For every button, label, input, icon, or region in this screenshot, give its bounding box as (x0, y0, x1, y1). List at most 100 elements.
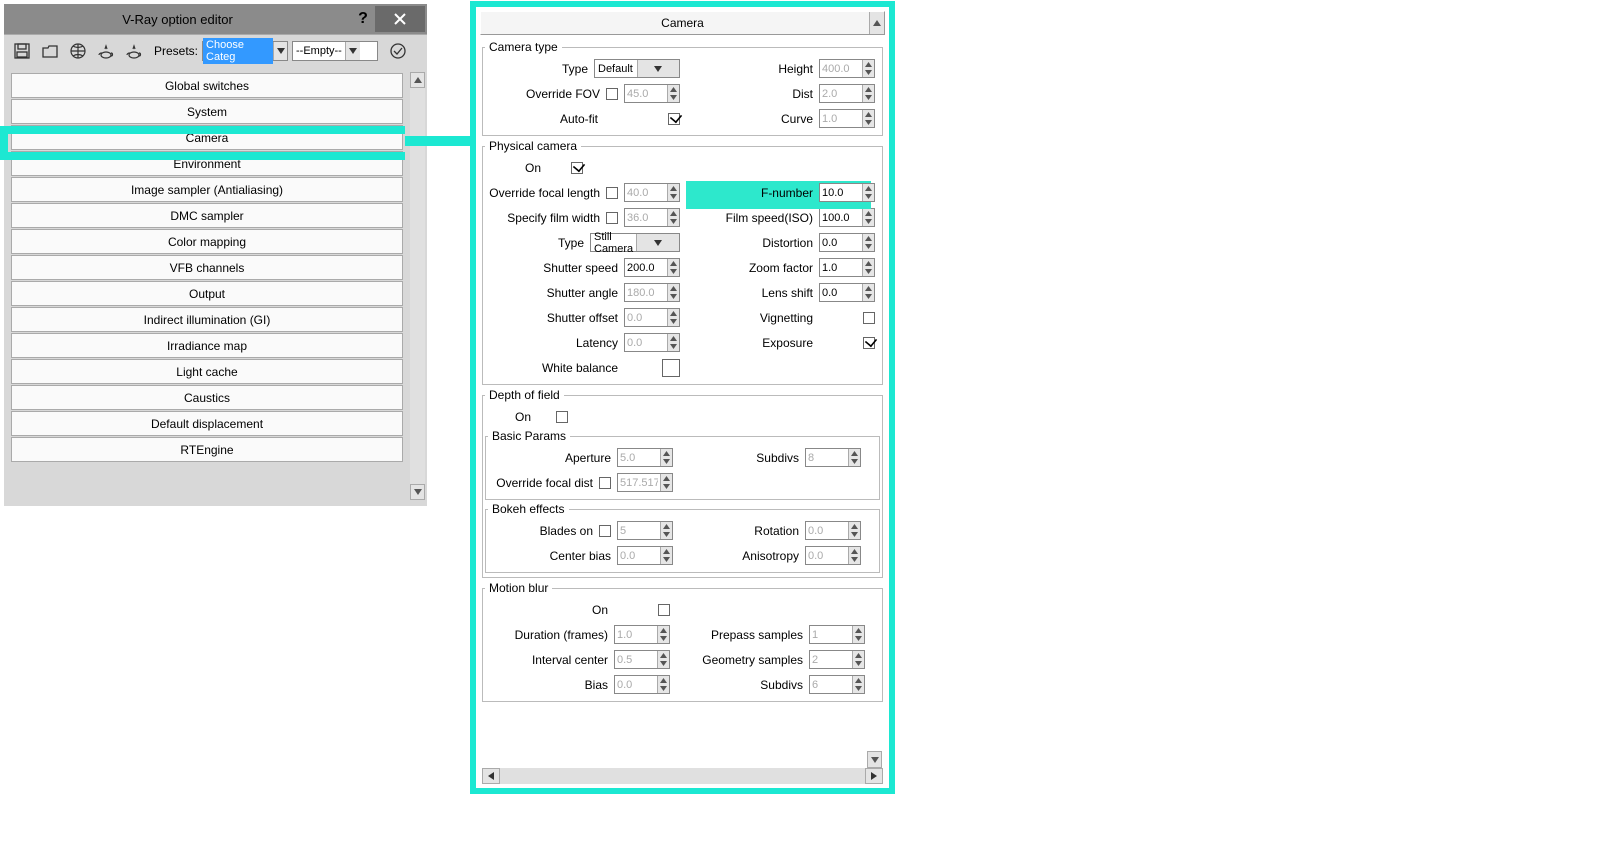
vignetting-checkbox[interactable] (863, 312, 875, 324)
chevron-down-icon (637, 60, 680, 77)
dof-on-checkbox[interactable] (556, 411, 568, 423)
phys-type-dropdown[interactable]: Still Camera (590, 233, 680, 252)
open-icon[interactable] (38, 39, 62, 63)
focal-dist-spinner[interactable] (617, 473, 673, 492)
height-spinner[interactable] (819, 59, 875, 78)
label-fnumber: F-number (761, 186, 813, 200)
label-center-bias: Center bias (550, 549, 611, 563)
cat-color-mapping[interactable]: Color mapping (11, 229, 403, 254)
focal-length-spinner[interactable] (624, 183, 680, 202)
label-aperture: Aperture (565, 451, 611, 465)
camera-panel: Camera Camera type Type Default Height O… (470, 1, 895, 794)
label-anisotropy: Anisotropy (742, 549, 799, 563)
scroll-up-icon[interactable] (869, 12, 884, 34)
cat-light-cache[interactable]: Light cache (11, 359, 403, 384)
label-phys-type: Type (558, 236, 584, 250)
h-scrollbar[interactable] (482, 768, 883, 784)
label-override-fl: Override focal length (489, 186, 600, 200)
exposure-checkbox[interactable] (863, 337, 875, 349)
group-physical-camera: Physical camera On Override focal length… (482, 139, 883, 385)
label-shutter-speed: Shutter speed (543, 261, 618, 275)
teapot1-icon[interactable] (94, 39, 118, 63)
globe-icon[interactable] (66, 39, 90, 63)
dof-subdivs-spinner[interactable] (805, 448, 861, 467)
override-fl-checkbox[interactable] (606, 187, 618, 199)
label-override-fov: Override FOV (526, 87, 600, 101)
anisotropy-spinner[interactable] (805, 546, 861, 565)
prepass-spinner[interactable] (809, 625, 865, 644)
film-width-checkbox[interactable] (606, 212, 618, 224)
cat-global-switches[interactable]: Global switches (11, 73, 403, 98)
cat-default-displacement[interactable]: Default displacement (11, 411, 403, 436)
teapot2-icon[interactable] (122, 39, 146, 63)
label-lens-shift: Lens shift (762, 286, 813, 300)
bias-spinner[interactable] (614, 675, 670, 694)
override-fov-checkbox[interactable] (606, 88, 618, 100)
group-motion-blur: Motion blur On Duration (frames) Prepass… (482, 581, 883, 702)
physical-on-checkbox[interactable] (571, 162, 583, 174)
label-subdivs: Subdivs (756, 451, 799, 465)
interval-center-spinner[interactable] (614, 650, 670, 669)
scroll-right-icon[interactable] (865, 768, 883, 784)
label-height: Height (778, 62, 813, 76)
cat-system[interactable]: System (11, 99, 403, 124)
panel-header[interactable]: Camera (480, 11, 885, 35)
iso-spinner[interactable] (819, 208, 875, 227)
scroll-up-icon[interactable] (410, 72, 425, 88)
chevron-down-icon (345, 42, 360, 60)
cat-gi[interactable]: Indirect illumination (GI) (11, 307, 403, 332)
scroll-left-icon[interactable] (482, 768, 500, 784)
scroll-down-icon[interactable] (410, 484, 425, 500)
cat-irradiance-map[interactable]: Irradiance map (11, 333, 403, 358)
blades-spinner[interactable] (617, 521, 673, 540)
film-width-spinner[interactable] (624, 208, 680, 227)
dist-spinner[interactable] (819, 84, 875, 103)
label-shutter-angle: Shutter angle (547, 286, 618, 300)
mb-subdivs-spinner[interactable] (809, 675, 865, 694)
shutter-offset-spinner[interactable] (624, 308, 680, 327)
camera-highlight-box (0, 126, 405, 160)
chevron-down-icon (273, 42, 287, 60)
center-bias-spinner[interactable] (617, 546, 673, 565)
cat-dmc-sampler[interactable]: DMC sampler (11, 203, 403, 228)
group-camera-type: Camera type Type Default Height Override… (482, 40, 883, 136)
label-zoom: Zoom factor (749, 261, 813, 275)
apply-icon[interactable] (386, 39, 410, 63)
geom-samples-spinner[interactable] (809, 650, 865, 669)
autofit-checkbox[interactable] (668, 113, 680, 125)
camera-type-dropdown[interactable]: Default (594, 59, 680, 78)
cat-output[interactable]: Output (11, 281, 403, 306)
fov-spinner[interactable] (624, 84, 680, 103)
aperture-spinner[interactable] (617, 448, 673, 467)
override-fd-checkbox[interactable] (599, 477, 611, 489)
zoom-spinner[interactable] (819, 258, 875, 277)
latency-spinner[interactable] (624, 333, 680, 352)
help-button[interactable]: ? (351, 10, 375, 28)
cat-rtengine[interactable]: RTEngine (11, 437, 403, 462)
blades-checkbox[interactable] (599, 525, 611, 537)
scroll-down-icon[interactable] (867, 751, 882, 768)
white-balance-swatch[interactable] (662, 359, 680, 377)
mb-on-checkbox[interactable] (658, 604, 670, 616)
rotation-spinner[interactable] (805, 521, 861, 540)
label-film-width: Specify film width (507, 211, 600, 225)
shutter-angle-spinner[interactable] (624, 283, 680, 302)
lens-shift-spinner[interactable] (819, 283, 875, 302)
distortion-spinner[interactable] (819, 233, 875, 252)
legend-dof: Depth of field (485, 388, 564, 402)
fnumber-spinner[interactable] (819, 183, 875, 202)
close-button[interactable] (375, 6, 425, 32)
save-icon[interactable] (10, 39, 34, 63)
cat-vfb-channels[interactable]: VFB channels (11, 255, 403, 280)
titlebar: V-Ray option editor ? (4, 4, 427, 34)
curve-spinner[interactable] (819, 109, 875, 128)
preset-category-dropdown[interactable]: Choose Categ (202, 41, 288, 61)
cat-caustics[interactable]: Caustics (11, 385, 403, 410)
shutter-speed-spinner[interactable] (624, 258, 680, 277)
options-window: V-Ray option editor ? Presets: Choose Ca… (4, 4, 427, 506)
legend-physical: Physical camera (485, 139, 581, 153)
connector-line (405, 136, 470, 146)
preset-dropdown[interactable]: --Empty-- (292, 41, 378, 61)
duration-spinner[interactable] (614, 625, 670, 644)
cat-image-sampler[interactable]: Image sampler (Antialiasing) (11, 177, 403, 202)
